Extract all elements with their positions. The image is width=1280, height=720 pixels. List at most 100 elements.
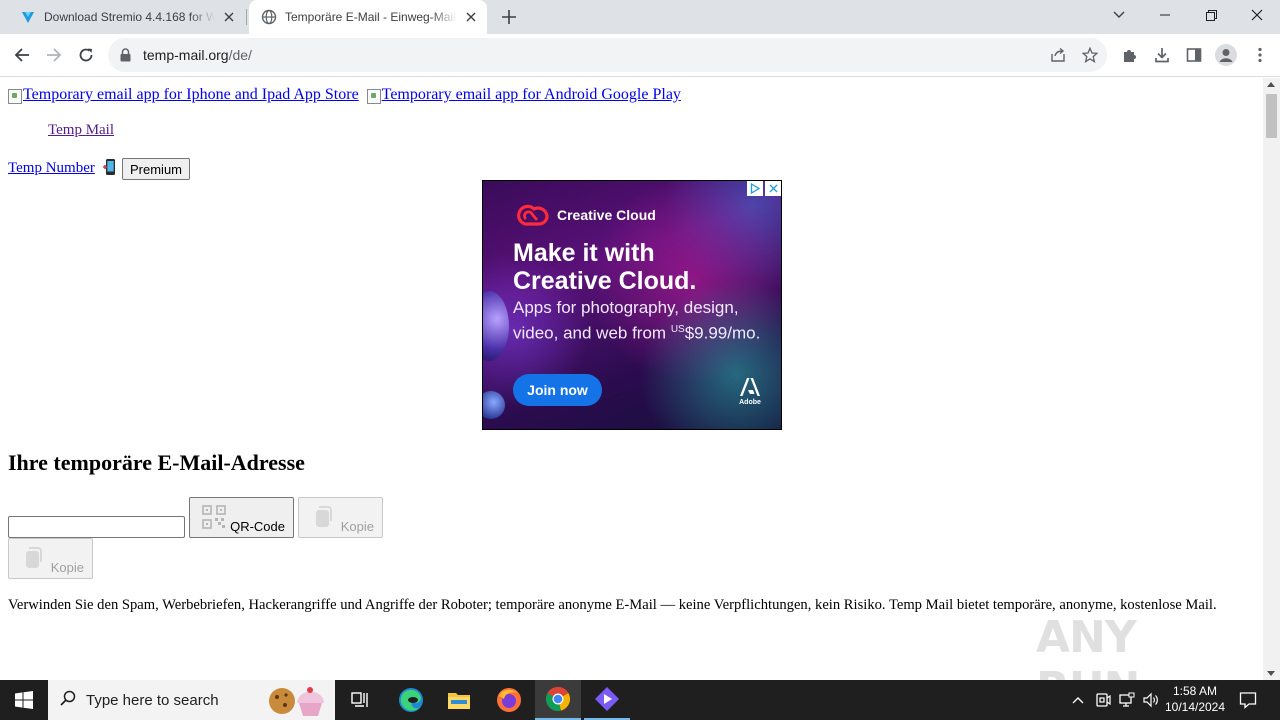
adchoices-icon[interactable]	[747, 181, 763, 196]
profile-avatar-icon[interactable]	[1212, 41, 1240, 69]
taskbar-search-box[interactable]: Type here to search	[48, 680, 335, 720]
edge-browser-icon[interactable]	[388, 680, 434, 720]
tab-strip: Download Stremio 4.4.168 for Wi Temporär…	[0, 0, 1280, 34]
url-text[interactable]: temp-mail.org/de/	[143, 47, 252, 63]
search-highlight-cookie-icon	[266, 683, 326, 717]
task-view-icon[interactable]	[337, 680, 383, 720]
file-explorer-icon[interactable]	[436, 680, 482, 720]
ad-headline-line2: Creative Cloud.	[513, 267, 697, 295]
reload-icon[interactable]	[72, 41, 100, 69]
page-title: Ihre temporäre E-Mail-Adresse	[8, 450, 305, 475]
broken-image-icon	[8, 88, 22, 104]
search-placeholder: Type here to search	[86, 691, 219, 709]
broken-image-icon	[366, 88, 381, 104]
app-store-alt-text: Temporary email app for Iphone and Ipad …	[23, 86, 359, 103]
adobe-label: Adobe	[739, 399, 761, 406]
close-window-icon[interactable]	[1234, 0, 1280, 30]
ad-price: $9.99/mo.	[684, 323, 761, 343]
chrome-icon[interactable]	[535, 680, 581, 720]
tab-stremio-download[interactable]: Download Stremio 4.4.168 for Wi	[8, 0, 245, 34]
side-panel-icon[interactable]	[1180, 41, 1208, 69]
new-tab-button[interactable]	[497, 5, 521, 29]
lock-icon[interactable]	[120, 48, 131, 67]
minimize-window-icon[interactable]	[1142, 0, 1188, 30]
creative-cloud-logo-icon	[513, 203, 551, 227]
ad-sub-line2: video, and web from	[513, 323, 671, 343]
phone-icon	[101, 158, 119, 181]
restore-window-icon[interactable]	[1188, 0, 1234, 30]
temp-number-link[interactable]: Temp Number	[8, 160, 95, 177]
tab-title: Temporäre E-Mail - Einweg-Mail	[285, 10, 456, 24]
scroll-up-arrow-icon[interactable]	[1267, 82, 1275, 87]
tab-temp-mail[interactable]: Temporäre E-Mail - Einweg-Mail	[249, 0, 487, 34]
scroll-down-arrow-icon[interactable]	[1267, 671, 1275, 676]
anyrun-watermark: ANY RUN	[1036, 612, 1236, 680]
page-content: Temporary email app for Iphone and Ipad …	[0, 78, 1263, 680]
tab-title: Download Stremio 4.4.168 for Wi	[44, 10, 215, 24]
premium-button[interactable]: Premium	[122, 158, 191, 180]
planet-decoration	[483, 391, 505, 419]
temp-email-field[interactable]	[8, 516, 185, 538]
bookmark-star-icon[interactable]	[1080, 45, 1100, 65]
stremio-favicon-icon	[20, 9, 36, 25]
ad-brand: Creative Cloud	[557, 207, 656, 223]
system-clock[interactable]: 1:58 AM 10/14/2024	[1160, 683, 1230, 715]
stremio-app-icon[interactable]	[584, 680, 630, 720]
qr-code-icon	[202, 505, 226, 529]
temp-mail-link[interactable]: Temp Mail	[48, 122, 114, 139]
share-icon[interactable]	[1048, 45, 1068, 65]
ad-headline: Make it with Creative Cloud.	[513, 239, 696, 295]
google-play-alt-text: Temporary email app for Android Google P…	[381, 86, 681, 103]
url-path: /de/	[228, 47, 252, 63]
close-tab-icon[interactable]	[221, 9, 237, 25]
back-arrow-icon[interactable]	[8, 41, 36, 69]
copy-icon	[311, 505, 335, 529]
adobe-logo: Adobe	[739, 377, 761, 407]
downloads-icon[interactable]	[1148, 41, 1176, 69]
scrollbar-thumb[interactable]	[1266, 94, 1277, 138]
clock-date: 10/14/2024	[1164, 700, 1226, 714]
close-tab-icon[interactable]	[463, 9, 479, 25]
page-scrollbar[interactable]	[1263, 78, 1280, 680]
globe-icon	[261, 9, 277, 25]
search-icon	[60, 690, 76, 711]
ad-close-icon[interactable]	[765, 181, 781, 196]
windows-logo-icon	[15, 691, 33, 709]
app-store-links: Temporary email app for Iphone and Ipad …	[8, 86, 681, 108]
app-store-link[interactable]: Temporary email app for Iphone and Ipad …	[8, 86, 359, 104]
copy-button[interactable]: Kopie	[298, 497, 383, 538]
copy-label: Kopie	[50, 560, 84, 575]
browser-toolbar: temp-mail.org/de/	[0, 34, 1280, 77]
firefox-icon[interactable]	[486, 680, 532, 720]
address-bar[interactable]: temp-mail.org/de/	[108, 38, 1107, 72]
volume-icon[interactable]	[1140, 680, 1162, 720]
start-button[interactable]	[0, 680, 48, 720]
ad-subtext: Apps for photography, design, video, and…	[513, 297, 760, 345]
copy-label: Kopie	[340, 519, 374, 534]
join-now-button[interactable]: Join now	[513, 374, 602, 406]
forward-arrow-icon[interactable]	[40, 41, 68, 69]
tray-overflow-chevron-icon[interactable]	[1068, 680, 1088, 720]
tab-search-chevron-icon[interactable]	[1096, 0, 1142, 30]
tab-separator	[246, 9, 247, 25]
copy-icon	[21, 546, 45, 570]
meet-now-icon[interactable]	[1092, 680, 1114, 720]
watermark-text: ANY RUN	[1036, 612, 1140, 680]
menu-kebab-icon[interactable]	[1246, 41, 1274, 69]
google-play-link[interactable]: Temporary email app for Android Google P…	[366, 86, 681, 104]
clock-time: 1:58 AM	[1172, 684, 1218, 698]
planet-decoration	[483, 291, 509, 361]
extensions-puzzle-icon[interactable]	[1116, 41, 1144, 69]
ad-headline-line1: Make it with	[513, 239, 655, 267]
ad-sub-line1: Apps for photography, design,	[513, 298, 739, 317]
ad-currency: US	[670, 324, 685, 335]
windows-taskbar: Type here to search 1:58 AM 10/14/2024	[0, 680, 1280, 720]
temp-number-label: Temp Number	[8, 160, 95, 176]
notifications-icon[interactable]	[1234, 680, 1262, 720]
qr-code-button[interactable]: QR-Code	[189, 497, 294, 538]
creative-cloud-ad[interactable]: Creative Cloud Make it with Creative Clo…	[482, 180, 782, 430]
copy-button-secondary[interactable]: Kopie	[8, 538, 93, 579]
qr-code-label: QR-Code	[230, 519, 285, 534]
url-host: temp-mail.org	[143, 47, 229, 63]
network-icon[interactable]	[1116, 680, 1138, 720]
